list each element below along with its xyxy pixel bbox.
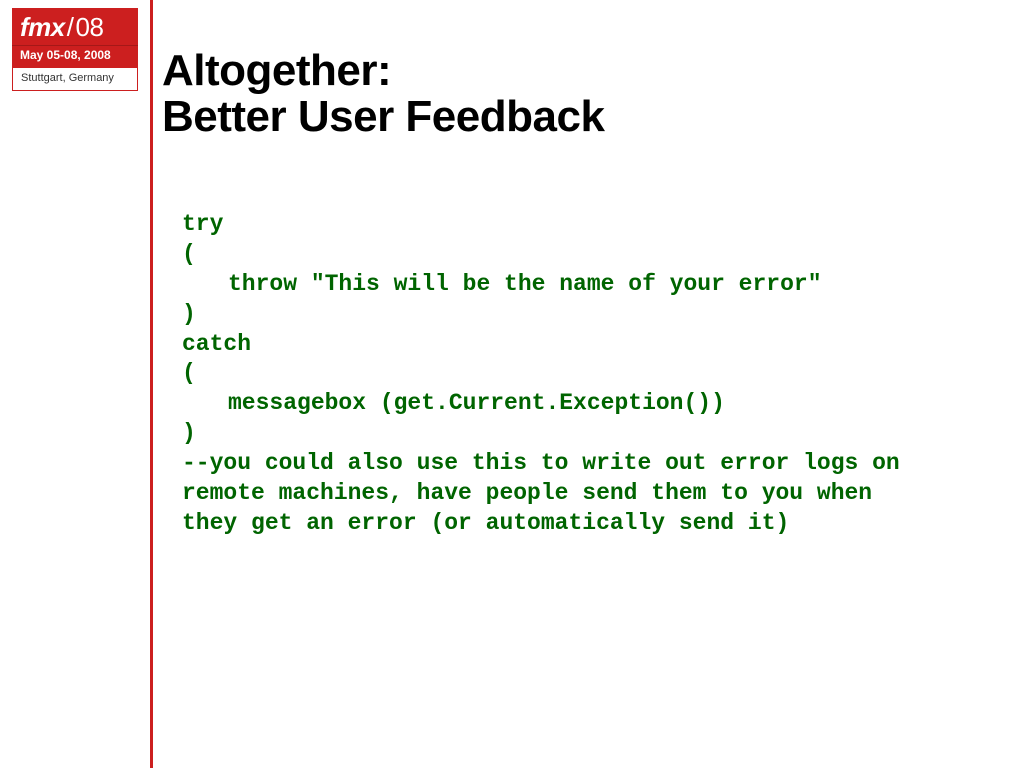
code-line: --you could also use this to write out e… [182,450,900,476]
code-line: messagebox (get.Current.Exception()) [182,390,725,416]
code-line: throw "This will be the name of your err… [182,271,822,297]
code-line: catch [182,331,251,357]
code-line: ) [182,420,196,446]
code-line: try [182,211,223,237]
slide-title: Altogether: Better User Feedback [162,48,604,140]
code-line: ( [182,360,196,386]
code-block: try ( throw "This will be the name of yo… [182,210,982,539]
code-line: remote machines, have people send them t… [182,480,872,506]
logo-brand-slash: / [65,12,76,42]
slide-page: fmx/08 May 05-08, 2008 Stuttgart, German… [0,0,1024,768]
logo-brand: fmx/08 [12,8,138,45]
sidebar-divider [150,0,153,768]
slide-title-line1: Altogether: [162,48,604,94]
code-line: they get an error (or automatically send… [182,510,789,536]
logo-location: Stuttgart, Germany [12,68,138,91]
code-line: ( [182,241,196,267]
logo-brand-year: 08 [75,12,103,42]
conference-logo: fmx/08 May 05-08, 2008 Stuttgart, German… [12,8,138,91]
logo-date-line: May 05-08, 2008 [12,45,138,68]
code-line: ) [182,301,196,327]
logo-brand-prefix: fmx [20,12,65,42]
slide-title-line2: Better User Feedback [162,94,604,140]
